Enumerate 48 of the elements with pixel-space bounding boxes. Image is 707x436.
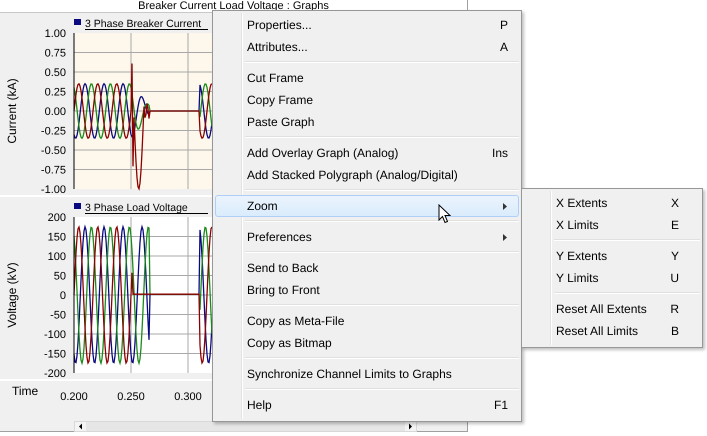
- menu-item[interactable]: X Limits E: [524, 214, 700, 236]
- axis-tick-label: 100: [48, 251, 66, 263]
- axis-tick-label: 0.50: [44, 67, 66, 79]
- menu-item[interactable]: Reset All Extents R: [524, 298, 700, 320]
- legend-label: 3 Phase Load Voltage: [74, 202, 208, 214]
- axis-tick-label: 0.00: [44, 106, 66, 118]
- axis-tick-label: 150: [48, 232, 66, 244]
- axis-title: Time: [12, 384, 38, 398]
- menu-item[interactable]: Zoom: [215, 195, 519, 217]
- axis-title: Voltage (kV): [5, 262, 19, 328]
- menu-item[interactable]: Properties... P: [215, 14, 519, 36]
- legend-label: 3 Phase Breaker Current: [74, 18, 208, 30]
- menu-item[interactable]: Attributes... A: [215, 36, 519, 58]
- axis-tick-label: -1.00: [40, 184, 66, 196]
- axis-tick-label: 0.200: [60, 391, 88, 403]
- menu-item[interactable]: Bring to Front: [215, 279, 519, 301]
- axis-tick-label: -200: [44, 368, 66, 380]
- menu-item[interactable]: Paste Graph: [215, 111, 519, 133]
- menu-item[interactable]: Cut Frame: [215, 67, 519, 89]
- menu-item[interactable]: Add Overlay Graph (Analog) Ins: [215, 142, 519, 164]
- menu-item[interactable]: X Extents X: [524, 192, 700, 214]
- axis-tick-label: 0.25: [44, 86, 66, 98]
- menu-item[interactable]: Synchronize Channel Limits to Graphs: [215, 363, 519, 385]
- axis-tick-label: 0.250: [117, 391, 145, 403]
- horizontal-scrollbar[interactable]: [74, 421, 417, 432]
- axis-tick-label: -150: [44, 348, 66, 360]
- axis-tick-label: 0.300: [174, 391, 202, 403]
- menu-item[interactable]: Y Extents Y: [524, 245, 700, 267]
- menu-item[interactable]: Send to Back: [215, 257, 519, 279]
- axis-tick-label: -100: [44, 329, 66, 341]
- menu-item[interactable]: Reset All Limits B: [524, 320, 700, 342]
- axis-tick-label: 0: [60, 290, 66, 302]
- axis-tick-label: -50: [50, 310, 66, 322]
- axis-title: Current (kA): [5, 78, 19, 144]
- menu-item[interactable]: Help F1: [215, 394, 519, 416]
- menu-item[interactable]: Copy Frame: [215, 89, 519, 111]
- menu-item[interactable]: Copy as Meta-File: [215, 310, 519, 332]
- axis-tick-label: 50: [54, 270, 66, 282]
- axis-tick-label: 200: [48, 212, 66, 224]
- axis-tick-label: 0.75: [44, 48, 66, 60]
- axis-tick-label: -0.75: [40, 164, 66, 176]
- menu-item[interactable]: Y Limits U: [524, 267, 700, 289]
- axis-tick-label: -0.25: [40, 126, 66, 138]
- menu-item[interactable]: Add Stacked Polygraph (Analog/Digital): [215, 164, 519, 186]
- menu-item[interactable]: Preferences: [215, 226, 519, 248]
- menu-item[interactable]: Copy as Bitmap: [215, 332, 519, 354]
- axis-tick-label: -0.50: [40, 145, 66, 157]
- axis-tick-label: 1.00: [44, 28, 66, 40]
